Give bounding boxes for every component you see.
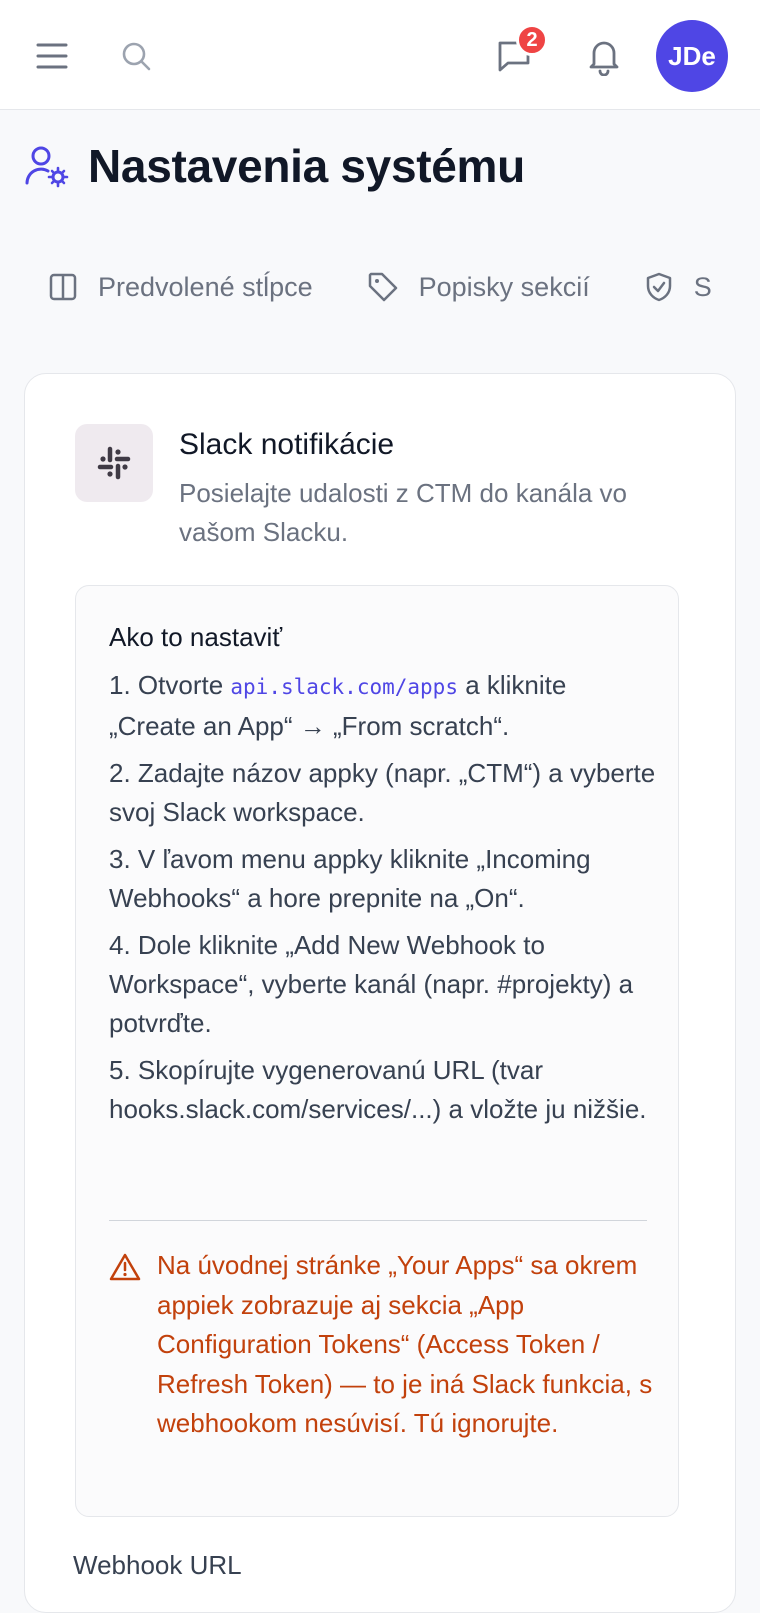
page-header: Nastavenia systému: [24, 138, 525, 194]
warning-text: Na úvodnej stránke „Your Apps“ sa okrem …: [157, 1250, 653, 1438]
search-button[interactable]: [116, 36, 156, 76]
settings-tabs: Predvolené stĺpce Popisky sekcií S: [48, 262, 760, 312]
setup-step-1: 1. Otvorte api.slack.com/apps a kliknite…: [109, 666, 659, 746]
page-title: Nastavenia systému: [88, 140, 525, 192]
setup-instructions-box: Ako to nastaviť 1. Otvorte api.slack.com…: [75, 585, 679, 1517]
slack-card-title: Slack notifikácie: [179, 428, 395, 461]
instructions-divider: [109, 1220, 647, 1221]
step-text: 1. Otvorte: [109, 670, 231, 700]
tab-label: Predvolené stĺpce: [98, 271, 313, 302]
setup-instructions-title: Ako to nastaviť: [109, 622, 283, 652]
setup-step-2: 2. Zadajte názov appky (napr. „CTM“) a v…: [109, 758, 656, 827]
user-settings-icon: [25, 146, 69, 188]
menu-button[interactable]: [32, 36, 72, 76]
shield-check-icon: [646, 272, 671, 302]
tab-label: Popisky sekcií: [418, 271, 590, 302]
tab-security[interactable]: S: [644, 271, 712, 303]
slack-settings-card: Slack notifikácie Posielajte udalosti z …: [24, 373, 736, 1613]
slack-logo-tile: [75, 424, 153, 502]
tab-label: S: [693, 271, 712, 302]
setup-steps-list: 1. Otvorte api.slack.com/apps a kliknite…: [109, 666, 659, 1137]
notifications-button[interactable]: [582, 34, 626, 78]
hamburger-menu-icon: [36, 43, 68, 69]
bell-icon: [589, 41, 619, 76]
tag-icon: [368, 272, 397, 302]
slack-icon: [97, 446, 131, 480]
warning-triangle-icon: [109, 1253, 141, 1281]
search-icon: [122, 42, 151, 71]
user-avatar[interactable]: JDe: [656, 20, 728, 92]
setup-step-5: 5. Skopírujte vygenerovanú URL (tvar hoo…: [109, 1055, 647, 1124]
slack-apps-link[interactable]: api.slack.com/apps: [230, 675, 458, 699]
messages-badge: 2: [516, 24, 548, 56]
warning-note: Na úvodnej stránke „Your Apps“ sa okrem …: [109, 1246, 659, 1444]
tab-default-columns[interactable]: Predvolené stĺpce: [48, 272, 313, 303]
tab-section-labels[interactable]: Popisky sekcií: [367, 271, 590, 303]
setup-step-3: 3. V ľavom menu appky kliknite „Incoming…: [109, 844, 591, 913]
slack-card-description: Posielajte udalosti z CTM do kanála vo v…: [179, 478, 628, 547]
top-bar: 2 JDe: [0, 0, 760, 110]
columns-icon: [49, 273, 77, 301]
webhook-url-label: Webhook URL: [73, 1550, 242, 1580]
setup-step-4: 4. Dole kliknite „Add New Webhook to Wor…: [109, 930, 634, 1038]
